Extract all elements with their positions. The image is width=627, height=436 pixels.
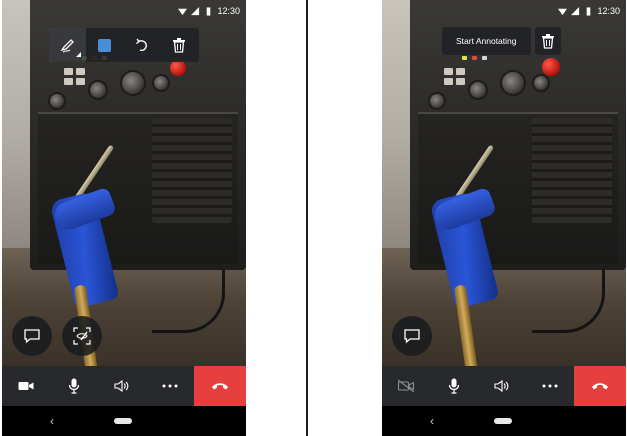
chat-icon: [24, 329, 40, 344]
end-call-icon: [212, 383, 228, 390]
microphone-button[interactable]: [430, 366, 478, 406]
battery-icon: [207, 6, 211, 16]
end-call-button[interactable]: [194, 366, 246, 406]
machine-knob: [152, 74, 170, 92]
machine-knob: [500, 70, 526, 96]
status-bar: 12:30: [558, 4, 620, 18]
machine-led: [462, 56, 467, 60]
microphone-icon: [68, 378, 80, 394]
camera-toggle-button[interactable]: [382, 366, 430, 406]
pen-icon: [60, 39, 74, 53]
call-control-bar: [382, 366, 626, 406]
nav-back-button[interactable]: ‹: [430, 414, 434, 428]
annotate-view-button[interactable]: [62, 316, 102, 356]
signal-icon: [571, 6, 580, 15]
machine-led: [472, 56, 477, 60]
machine-knob: [48, 92, 66, 110]
phone-screen-right: 12:30 Start Annotating ‹: [382, 0, 626, 436]
status-time: 12:30: [217, 6, 240, 16]
speaker-icon: [494, 379, 509, 393]
machine-led: [482, 56, 487, 60]
machine-key: [444, 68, 453, 75]
machine-vent: [152, 118, 232, 223]
system-nav-bar: ‹: [382, 406, 626, 436]
machine-knob: [428, 92, 446, 110]
speaker-button[interactable]: [98, 366, 146, 406]
pen-tool-button[interactable]: [49, 28, 86, 62]
more-dots-icon: [542, 384, 558, 388]
delete-annotations-button[interactable]: [534, 27, 561, 55]
annotation-start-bar: Start Annotating: [442, 27, 561, 55]
chat-button[interactable]: [12, 316, 52, 356]
machine-vent: [532, 118, 612, 223]
microphone-icon: [448, 378, 460, 394]
end-call-button[interactable]: [574, 366, 626, 406]
microphone-button[interactable]: [50, 366, 98, 406]
status-time: 12:30: [597, 6, 620, 16]
battery-icon: [587, 6, 591, 16]
nav-back-button[interactable]: ‹: [50, 414, 54, 428]
speaker-button[interactable]: [478, 366, 526, 406]
wifi-icon: [558, 8, 568, 15]
end-call-icon: [592, 383, 608, 390]
machine-key: [76, 68, 85, 75]
machine-key: [456, 78, 465, 85]
signal-icon: [191, 6, 200, 15]
color-swatch-icon: [98, 38, 111, 52]
more-options-button[interactable]: [526, 366, 574, 406]
machine-key: [444, 78, 453, 85]
color-picker-button[interactable]: [86, 28, 123, 62]
machine-key: [64, 68, 73, 75]
camera-toggle-button[interactable]: [2, 366, 50, 406]
video-camera-icon: [18, 382, 34, 390]
machine-key: [76, 78, 85, 85]
undo-icon: [135, 38, 147, 52]
more-options-button[interactable]: [146, 366, 194, 406]
chat-icon: [404, 329, 420, 344]
speaker-icon: [114, 379, 129, 393]
machine-knob: [532, 74, 550, 92]
screens-divider: [306, 0, 308, 436]
nav-home-button[interactable]: [494, 418, 512, 424]
video-camera-off-icon: [397, 379, 415, 393]
system-nav-bar: ‹: [2, 406, 246, 436]
emergency-stop-button: [170, 60, 186, 76]
machine-knob: [88, 80, 108, 100]
trash-icon: [541, 34, 554, 49]
annotation-toolbar: [49, 28, 199, 62]
start-annotating-button[interactable]: Start Annotating: [442, 27, 531, 55]
nav-home-button[interactable]: [114, 418, 132, 424]
machine-key: [456, 68, 465, 75]
wifi-icon: [178, 8, 188, 15]
emergency-stop-button: [542, 58, 560, 76]
more-dots-icon: [162, 384, 178, 388]
trash-icon: [172, 38, 185, 53]
chat-button[interactable]: [392, 316, 432, 356]
machine-key: [64, 78, 73, 85]
status-bar: 12:30: [178, 4, 240, 18]
call-control-bar: [2, 366, 246, 406]
delete-annotations-button[interactable]: [160, 28, 197, 62]
undo-button[interactable]: [123, 28, 160, 62]
tool-options-indicator: [76, 52, 81, 57]
annotate-view-icon: [73, 327, 91, 345]
machine-knob: [120, 70, 146, 96]
phone-screen-left: 12:30 ‹: [2, 0, 246, 436]
machine-knob: [468, 80, 488, 100]
